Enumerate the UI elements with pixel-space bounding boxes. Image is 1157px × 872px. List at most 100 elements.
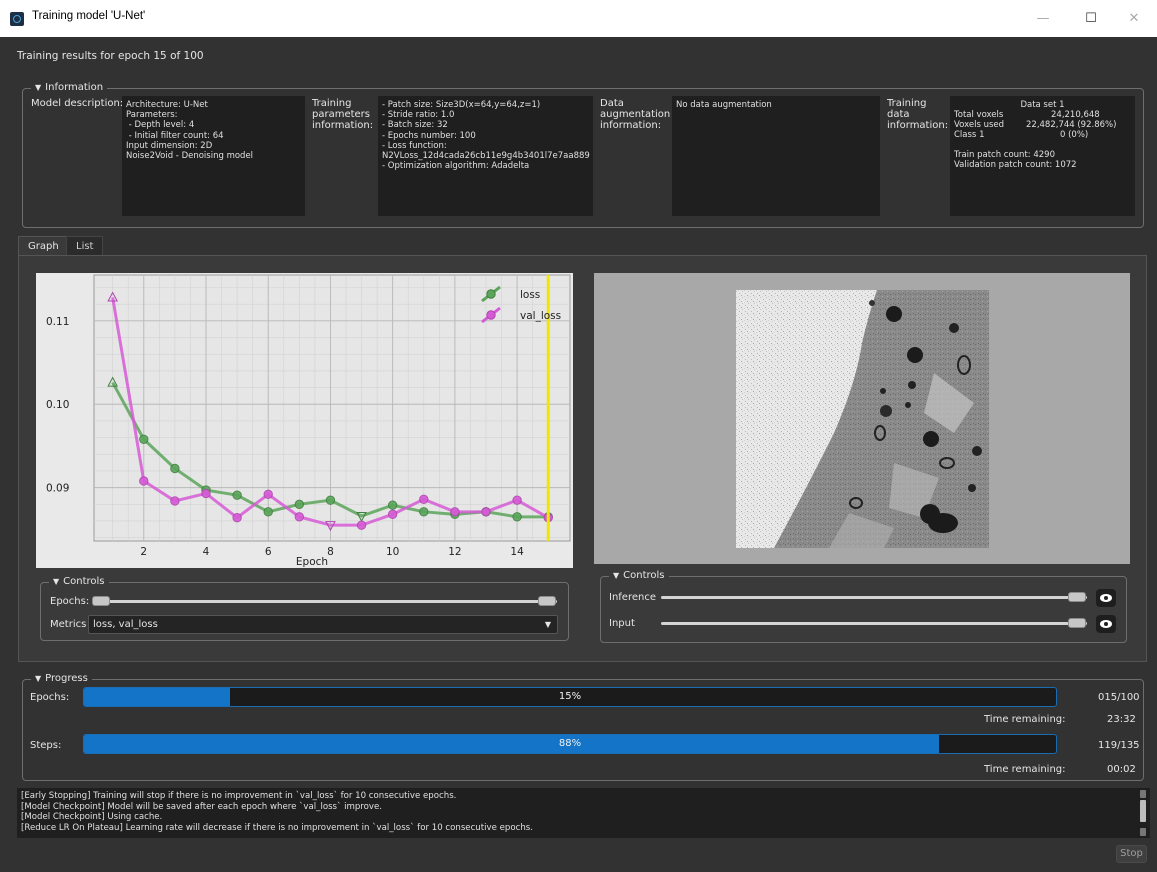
y-tick-label: 0.11 bbox=[46, 316, 69, 328]
x-tick-label: 4 bbox=[203, 546, 210, 558]
information-header: Information bbox=[45, 82, 104, 93]
progress-toggle[interactable]: ▼ Progress bbox=[31, 673, 92, 684]
metrics-select-value: loss, val_loss bbox=[93, 619, 158, 630]
x-tick-label: 2 bbox=[140, 546, 147, 558]
steps-progress-label: Steps: bbox=[30, 740, 62, 751]
data-point bbox=[201, 488, 211, 499]
metrics-select[interactable]: loss, val_loss ▼ bbox=[88, 615, 558, 634]
input-opacity-slider[interactable] bbox=[661, 622, 1087, 625]
log-scrollbar[interactable] bbox=[1139, 790, 1147, 836]
inference-image bbox=[736, 290, 989, 548]
data-point bbox=[294, 499, 305, 510]
data-point bbox=[512, 512, 522, 522]
training-params-box: - Patch size: Size3D(x=64,y=64,z=1) - St… bbox=[378, 96, 593, 216]
scroll-up-icon[interactable] bbox=[1140, 790, 1146, 798]
epochs-range-end-handle[interactable] bbox=[538, 596, 556, 606]
y-tick-label: 0.10 bbox=[46, 399, 69, 411]
epochs-progress-percent: 15% bbox=[558, 691, 582, 702]
data-point bbox=[263, 507, 273, 517]
data-point bbox=[450, 507, 460, 517]
log-line: [Early Stopping] Training will stop if t… bbox=[21, 791, 457, 801]
log-line: [Model Checkpoint] Using cache. bbox=[21, 812, 163, 822]
collapse-triangle-icon: ▼ bbox=[613, 571, 620, 580]
log-line: [Reduce LR On Plateau] Learning rate wil… bbox=[21, 822, 533, 833]
collapse-triangle-icon: ▼ bbox=[35, 83, 42, 92]
log-line: [Model Checkpoint] Model will be saved a… bbox=[21, 801, 382, 812]
inference-slider-handle[interactable] bbox=[1068, 592, 1086, 602]
close-button[interactable]: ✕ bbox=[1111, 0, 1157, 37]
data-point bbox=[139, 434, 149, 444]
data-point bbox=[356, 520, 367, 530]
minimize-button[interactable]: — bbox=[1020, 0, 1066, 37]
epochs-progress-count: 015/100 bbox=[1098, 692, 1140, 703]
image-controls-group: ▼ Controls bbox=[600, 570, 1127, 643]
scroll-thumb[interactable] bbox=[1140, 800, 1146, 822]
input-slider-handle[interactable] bbox=[1068, 618, 1086, 628]
augmentation-label: Data augmentation information: bbox=[600, 98, 671, 131]
epochs-range-start-handle[interactable] bbox=[92, 596, 110, 606]
app-icon bbox=[10, 12, 24, 26]
collapse-triangle-icon: ▼ bbox=[53, 577, 60, 586]
tab-graph[interactable]: Graph bbox=[18, 236, 69, 255]
image-controls-toggle[interactable]: ▼ Controls bbox=[609, 570, 669, 581]
steps-progress-count: 119/135 bbox=[1098, 740, 1140, 751]
epochs-range-slider[interactable] bbox=[92, 600, 557, 603]
total-voxels-label: Total voxels bbox=[954, 110, 1004, 121]
x-tick-label: 6 bbox=[265, 546, 272, 558]
collapse-triangle-icon: ▼ bbox=[35, 674, 42, 683]
maximize-button[interactable]: ☐ bbox=[1068, 0, 1114, 37]
x-tick-label: 8 bbox=[327, 546, 334, 558]
data-point bbox=[512, 495, 522, 505]
data-point bbox=[481, 507, 491, 517]
information-toggle[interactable]: ▼ Information bbox=[31, 82, 108, 93]
graph-controls-toggle[interactable]: ▼ Controls bbox=[49, 576, 109, 587]
data-point bbox=[263, 489, 273, 500]
training-data-label: Training data information: bbox=[887, 98, 949, 131]
image-controls-header: Controls bbox=[623, 570, 665, 581]
training-log[interactable]: [Early Stopping] Training will stop if t… bbox=[17, 788, 1150, 838]
data-point bbox=[232, 490, 242, 500]
data-point bbox=[232, 512, 242, 523]
epochs-progress-label: Epochs: bbox=[30, 692, 70, 703]
data-point bbox=[419, 507, 429, 517]
data-point bbox=[419, 494, 429, 505]
epochs-range-label: Epochs: bbox=[50, 596, 90, 607]
epochs-time-remaining: 23:32 bbox=[1107, 714, 1136, 725]
tab-list[interactable]: List bbox=[66, 236, 104, 255]
progress-header: Progress bbox=[45, 673, 88, 684]
training-data-box: Data set 1 Total voxels 24,210,648 Voxels… bbox=[950, 96, 1135, 216]
class-value: 0 (0%) bbox=[1060, 130, 1089, 141]
total-voxels-value: 24,210,648 bbox=[1051, 110, 1100, 121]
steps-time-remaining: 00:02 bbox=[1107, 764, 1136, 775]
class-label: Class 1 bbox=[954, 130, 985, 141]
data-point bbox=[170, 463, 180, 474]
data-point bbox=[170, 496, 180, 506]
steps-progress-bar: 88% bbox=[83, 734, 1057, 754]
voxels-used-value: 22,482,744 (92.86%) bbox=[1026, 120, 1117, 131]
legend-swatch-marker bbox=[486, 310, 496, 320]
dataset-name: Data set 1 bbox=[1020, 100, 1065, 110]
data-point bbox=[325, 495, 336, 505]
window-title: Training model 'U-Net' bbox=[32, 10, 146, 22]
stop-button[interactable]: Stop bbox=[1116, 845, 1147, 863]
epochs-time-remaining-label: Time remaining: bbox=[984, 714, 1066, 725]
input-visibility-eye-icon[interactable] bbox=[1096, 615, 1116, 633]
image-preview-panel bbox=[594, 273, 1130, 564]
inference-opacity-slider[interactable] bbox=[661, 596, 1087, 599]
epochs-progress-bar: 15% bbox=[83, 687, 1057, 707]
inference-visibility-eye-icon[interactable] bbox=[1096, 589, 1116, 607]
steps-time-remaining-label: Time remaining: bbox=[984, 764, 1066, 775]
loss-chart: 2 4 6 8 10 12 14 0.09 0.10 0.11 Epoch loss val_loss bbox=[36, 273, 573, 568]
steps-progress-percent: 88% bbox=[558, 738, 582, 749]
data-point bbox=[294, 512, 305, 522]
data-point bbox=[139, 476, 149, 486]
voxels-used-label: Voxels used bbox=[954, 120, 1005, 131]
x-tick-label: 10 bbox=[386, 546, 399, 558]
x-tick-label: 12 bbox=[448, 546, 461, 558]
data-point bbox=[387, 500, 398, 510]
chevron-down-icon: ▼ bbox=[544, 620, 551, 629]
legend-swatch-marker bbox=[486, 289, 496, 299]
model-description-label: Model description: bbox=[31, 98, 124, 109]
inference-label: Inference bbox=[609, 592, 656, 603]
scroll-down-icon[interactable] bbox=[1140, 828, 1146, 836]
